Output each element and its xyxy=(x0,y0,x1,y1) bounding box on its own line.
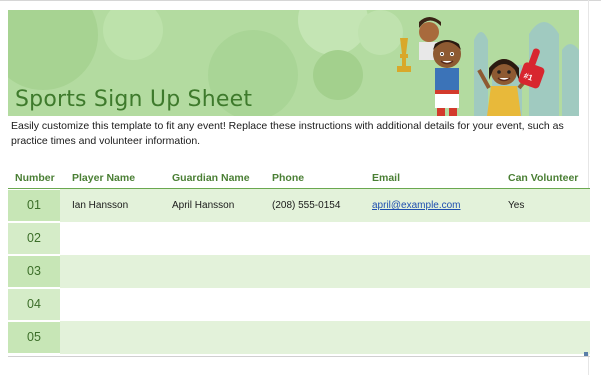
column-header-number[interactable]: Number xyxy=(15,172,55,184)
instructions-text[interactable]: Easily customize this template to fit an… xyxy=(11,119,583,149)
column-header-player-name[interactable]: Player Name xyxy=(72,172,135,184)
number-cell[interactable]: 03 xyxy=(8,255,60,288)
number-cell[interactable]: 02 xyxy=(8,222,60,255)
can-volunteer-cell[interactable]: Yes xyxy=(508,200,524,211)
email-link[interactable]: april@example.com xyxy=(372,200,461,211)
number-cell[interactable]: 01 xyxy=(8,189,60,222)
table-resize-handle[interactable] xyxy=(584,352,588,356)
column-header-can-volunteer[interactable]: Can Volunteer xyxy=(508,172,578,184)
decorative-bubble xyxy=(103,10,163,60)
table-header-row: Number Player Name Guardian Name Phone E… xyxy=(8,168,590,189)
page-title: Sports Sign Up Sheet xyxy=(15,87,253,112)
decorative-bubble xyxy=(313,50,363,100)
worksheet: #1 Sports Sign Up Sheet Easily customize… xyxy=(0,0,601,375)
number-cell[interactable]: 05 xyxy=(8,321,60,354)
header-banner: #1 Sports Sign Up Sheet xyxy=(8,10,579,116)
column-header-email[interactable]: Email xyxy=(372,172,400,184)
player-name-cell[interactable]: Ian Hansson xyxy=(72,200,128,211)
number-cell[interactable]: 04 xyxy=(8,288,60,321)
table-row: 03 xyxy=(8,255,590,288)
guardian-name-cell[interactable]: April Hansson xyxy=(172,200,234,211)
table-row: 01 Ian Hansson April Hansson (208) 555-0… xyxy=(8,189,590,222)
sports-fans-illustration: #1 xyxy=(397,17,579,116)
sheet-top-border xyxy=(0,0,601,1)
column-header-guardian-name[interactable]: Guardian Name xyxy=(172,172,250,184)
table-row: 02 xyxy=(8,222,590,255)
table-bottom-border xyxy=(8,356,590,357)
phone-cell[interactable]: (208) 555-0154 xyxy=(272,200,340,211)
table-row: 05 xyxy=(8,321,590,354)
table-row: 04 xyxy=(8,288,590,321)
signup-table: Number Player Name Guardian Name Phone E… xyxy=(8,168,590,354)
decorative-bubble xyxy=(8,10,98,90)
column-header-phone[interactable]: Phone xyxy=(272,172,304,184)
